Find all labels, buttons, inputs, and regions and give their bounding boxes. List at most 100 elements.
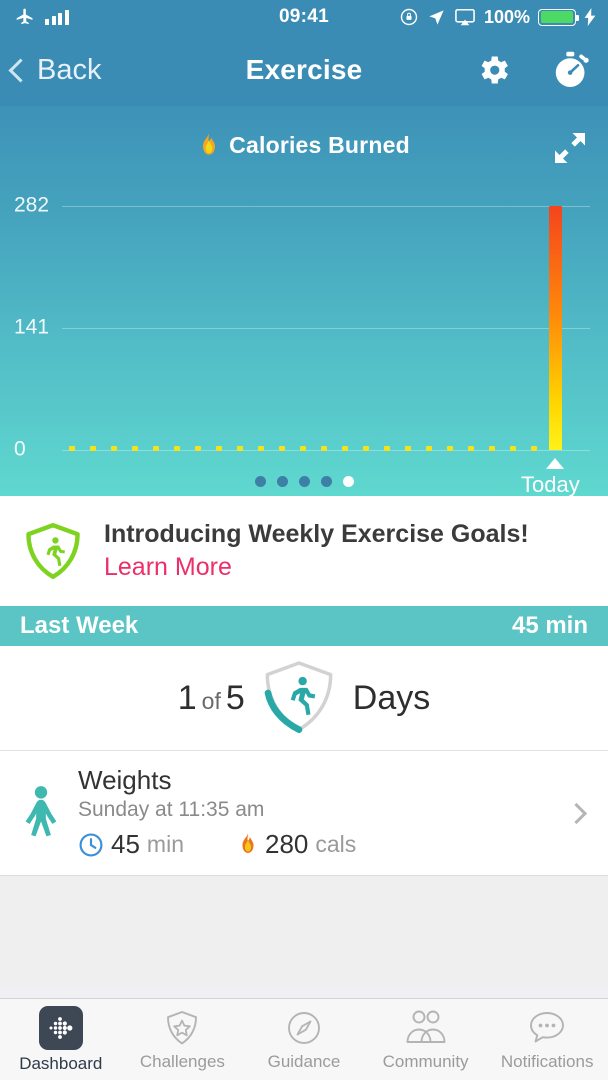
tab-label: Guidance bbox=[267, 1051, 341, 1071]
tab-bar: Dashboard Challenges Guidance Community Noti… bbox=[0, 998, 608, 1080]
empty-area bbox=[0, 876, 608, 986]
pager-dot-3[interactable] bbox=[298, 476, 310, 487]
activity-calories: 280 cals bbox=[238, 829, 356, 860]
chart-zero-marker bbox=[153, 446, 159, 451]
ytick-label-0: 0 bbox=[14, 437, 26, 461]
pager-dot-2[interactable] bbox=[276, 476, 288, 487]
chart-zero-marker bbox=[510, 446, 516, 451]
last-week-label: Last Week bbox=[20, 612, 139, 639]
airplay-icon bbox=[455, 8, 475, 25]
gear-icon[interactable] bbox=[474, 51, 512, 89]
battery-percent: 100% bbox=[483, 6, 530, 27]
status-bar: 09:41 100% bbox=[0, 0, 608, 34]
pager-dot-5[interactable] bbox=[342, 476, 354, 487]
back-button[interactable]: Back bbox=[0, 54, 101, 87]
shield-runner-progress-icon bbox=[264, 661, 333, 734]
chart-pager[interactable] bbox=[0, 476, 608, 487]
chart-zero-marker bbox=[279, 446, 285, 451]
calories-chart-card: Calories Burned 282 141 0 Today bbox=[0, 106, 608, 496]
flame-icon bbox=[203, 132, 216, 155]
chart-zero-marker bbox=[69, 446, 75, 451]
exercise-screen: 09:41 100% Back Exercise Calories Burned… bbox=[0, 0, 608, 1080]
pager-dot-4[interactable] bbox=[320, 476, 332, 487]
activity-title: Weights bbox=[78, 764, 172, 795]
chart-zero-marker bbox=[489, 446, 495, 451]
calories-value: 280 bbox=[264, 829, 309, 860]
last-week-header: Last Week 45 min bbox=[0, 606, 608, 646]
today-marker-icon bbox=[546, 458, 564, 469]
chart-zero-marker bbox=[216, 446, 222, 451]
tab-community[interactable]: Community bbox=[365, 999, 487, 1080]
chart-zero-marker bbox=[321, 446, 327, 451]
ytick-label-282: 282 bbox=[14, 193, 50, 217]
calories-unit: cals bbox=[315, 831, 357, 858]
last-week-progress: 1 of 5 Days bbox=[0, 646, 608, 751]
gridline-141 bbox=[62, 328, 590, 329]
chart-bar-today[interactable] bbox=[548, 206, 562, 450]
lightning-bolt-icon bbox=[584, 8, 596, 26]
progress-of: of bbox=[201, 687, 221, 714]
chart-zero-marker bbox=[300, 446, 306, 451]
progress-total: 5 bbox=[225, 678, 245, 717]
chart-zero-marker bbox=[426, 446, 432, 451]
expand-arrows-icon[interactable] bbox=[550, 128, 590, 168]
weekly-goals-banner[interactable]: Introducing Weekly Exercise Goals! Learn… bbox=[0, 496, 608, 606]
status-bar-right: 100% bbox=[399, 0, 596, 34]
gridline-282 bbox=[62, 206, 590, 207]
person-arms-up-icon bbox=[25, 786, 57, 837]
activity-duration: 45 min bbox=[78, 829, 184, 860]
chart-zero-marker bbox=[111, 446, 117, 451]
activity-stats: 45 min 280 cals bbox=[78, 829, 356, 860]
back-button-label: Back bbox=[37, 53, 102, 86]
chart-zero-marker bbox=[447, 446, 453, 451]
chart-zero-marker bbox=[384, 446, 390, 451]
chevron-left-icon bbox=[8, 57, 33, 83]
speech-bubble-icon bbox=[530, 1011, 565, 1042]
tab-label: Dashboard bbox=[19, 1053, 103, 1073]
chevron-right-icon bbox=[565, 802, 588, 824]
shield-star-icon bbox=[167, 1010, 198, 1044]
tab-notifications[interactable]: Notifications bbox=[486, 999, 608, 1080]
last-week-total: 45 min bbox=[511, 612, 588, 639]
tab-label: Community bbox=[382, 1051, 469, 1071]
ytick-label-141: 141 bbox=[14, 315, 50, 339]
chart-zero-marker bbox=[258, 446, 264, 451]
chart-zero-marker bbox=[468, 446, 474, 451]
stopwatch-icon[interactable] bbox=[550, 49, 592, 91]
chart-title: Calories Burned bbox=[229, 132, 410, 158]
chart-plot-area: 282 141 0 Today bbox=[0, 180, 608, 496]
duration-value: 45 bbox=[111, 829, 140, 860]
location-arrow-icon bbox=[429, 9, 444, 25]
banner-headline: Introducing Weekly Exercise Goals! bbox=[104, 519, 529, 548]
chart-zero-marker bbox=[531, 446, 537, 451]
days-label: Days bbox=[352, 678, 431, 717]
tab-challenges[interactable]: Challenges bbox=[122, 999, 244, 1080]
chart-zero-marker bbox=[363, 446, 369, 451]
tab-dashboard[interactable]: Dashboard bbox=[0, 999, 122, 1080]
chart-zero-marker bbox=[132, 446, 138, 451]
chart-zero-marker bbox=[342, 446, 348, 451]
nav-actions bbox=[474, 49, 592, 91]
chart-zero-marker bbox=[174, 446, 180, 451]
activity-subtitle: Sunday at 11:35 am bbox=[78, 798, 265, 822]
progress-current: 1 bbox=[177, 678, 197, 717]
chart-zero-marker bbox=[237, 446, 243, 451]
activity-row-weights[interactable]: Weights Sunday at 11:35 am 45 min 280 ca… bbox=[0, 751, 608, 876]
chart-header: Calories Burned bbox=[0, 106, 608, 159]
chart-zero-marker bbox=[90, 446, 96, 451]
tab-guidance[interactable]: Guidance bbox=[243, 999, 365, 1080]
tab-label: Challenges bbox=[139, 1051, 225, 1071]
duration-unit: min bbox=[146, 831, 184, 858]
people-icon bbox=[406, 1010, 446, 1043]
progress-count: 1 of 5 bbox=[178, 679, 245, 718]
nav-bar: Back Exercise bbox=[0, 34, 608, 106]
chart-zero-marker bbox=[405, 446, 411, 451]
learn-more-link[interactable]: Learn More bbox=[104, 553, 529, 582]
pager-dot-1[interactable] bbox=[254, 476, 266, 487]
chart-zero-marker bbox=[195, 446, 201, 451]
fitbit-logo-icon bbox=[38, 1005, 83, 1050]
battery-icon bbox=[538, 8, 579, 26]
flame-icon bbox=[242, 832, 254, 853]
activity-details: Weights Sunday at 11:35 am 45 min 280 ca… bbox=[78, 764, 356, 861]
green-shield-runner-icon bbox=[26, 522, 80, 580]
